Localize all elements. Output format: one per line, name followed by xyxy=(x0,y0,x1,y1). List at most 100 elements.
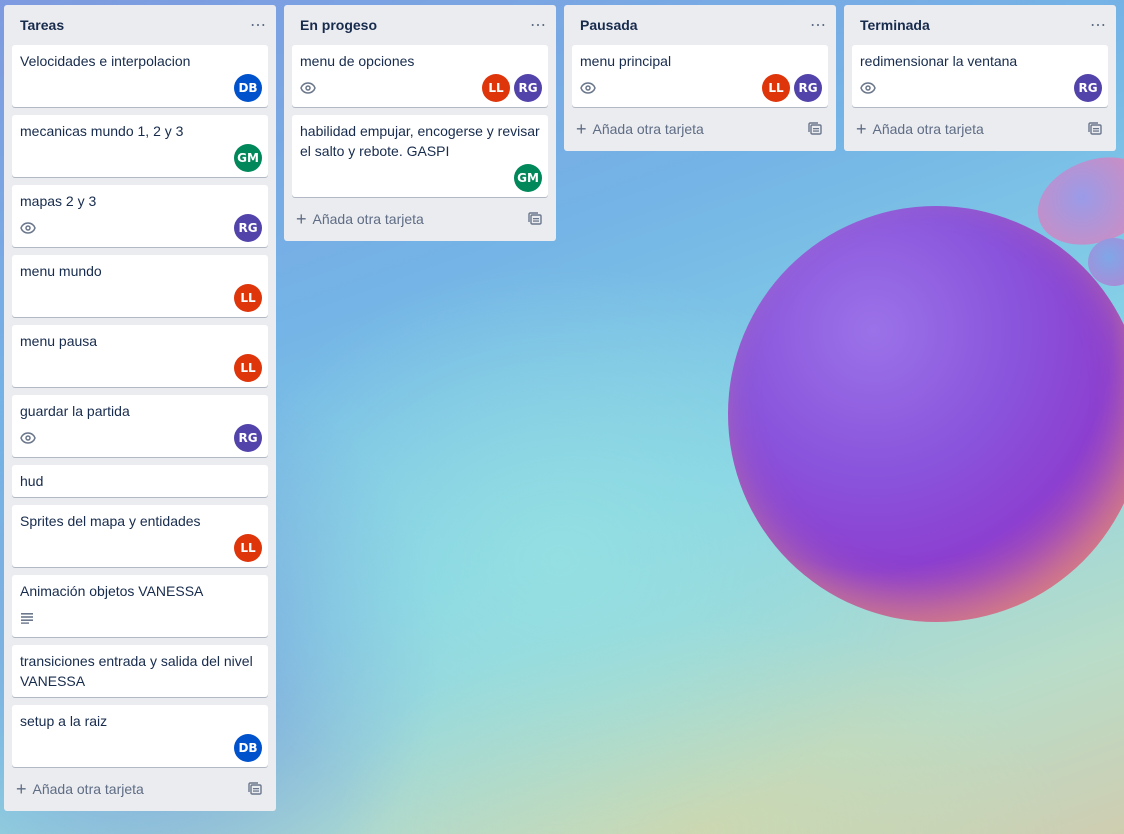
card-title: transiciones entrada y salida del nivel … xyxy=(20,653,253,689)
eye-icon xyxy=(580,82,596,94)
card-footer xyxy=(20,603,260,633)
list-menu-button[interactable]: ⋯ xyxy=(804,11,832,39)
eye-icon xyxy=(300,82,316,94)
card-title: Velocidades e interpolacion xyxy=(20,53,191,69)
card-members: LL xyxy=(234,354,262,382)
card[interactable]: redimensionar la ventana RG xyxy=(852,45,1108,107)
background-bubble xyxy=(1088,238,1124,286)
template-icon[interactable] xyxy=(808,122,822,136)
template-icon[interactable] xyxy=(528,212,542,226)
card-footer: RG xyxy=(860,73,1102,103)
list-header: Tareas ⋯ xyxy=(12,5,268,45)
list-title[interactable]: En progeso xyxy=(300,17,377,33)
card-title: menu de opciones xyxy=(300,53,415,69)
card-badges xyxy=(580,78,596,98)
add-card-row: + Añada otra tarjeta xyxy=(572,115,828,143)
card-badges xyxy=(20,428,36,448)
card[interactable]: setup a la raiz DB xyxy=(12,705,268,767)
list-title[interactable]: Tareas xyxy=(20,17,64,33)
add-card-label: Añada otra tarjeta xyxy=(32,781,144,797)
template-icon[interactable] xyxy=(248,782,262,796)
card-members: GM xyxy=(514,164,542,192)
card[interactable]: Sprites del mapa y entidades LL xyxy=(12,505,268,567)
card[interactable]: menu principal LL RG xyxy=(572,45,828,107)
member-avatar[interactable]: GM xyxy=(234,144,262,172)
ellipsis-icon: ⋯ xyxy=(530,17,546,34)
card[interactable]: guardar la partida RG xyxy=(12,395,268,457)
card[interactable]: mecanicas mundo 1, 2 y 3 GM xyxy=(12,115,268,177)
member-avatar[interactable]: RG xyxy=(514,74,542,102)
card-title: menu pausa xyxy=(20,333,98,349)
card-title: mapas 2 y 3 xyxy=(20,193,97,209)
member-avatar[interactable]: LL xyxy=(234,284,262,312)
card-footer: RG xyxy=(20,423,262,453)
add-card-button[interactable]: + Añada otra tarjeta xyxy=(296,210,424,228)
add-card-button[interactable]: + Añada otra tarjeta xyxy=(16,780,144,798)
card-title: redimensionar la ventana xyxy=(860,53,1018,69)
card-footer: RG xyxy=(20,213,262,243)
card-footer: LL xyxy=(20,353,262,383)
card[interactable]: menu pausa LL xyxy=(12,325,268,387)
card-title: Sprites del mapa y entidades xyxy=(20,513,201,529)
eye-icon xyxy=(860,82,876,94)
add-card-button[interactable]: + Añada otra tarjeta xyxy=(576,120,704,138)
member-avatar[interactable]: RG xyxy=(794,74,822,102)
card[interactable]: hud xyxy=(12,465,268,497)
plus-icon: + xyxy=(16,779,27,799)
member-avatar[interactable]: RG xyxy=(234,424,262,452)
card-members: LL RG xyxy=(762,74,822,102)
card-members: GM xyxy=(234,144,262,172)
list-pausada: Pausada ⋯ menu principal LL RG + Añada otra ta… xyxy=(564,5,836,151)
card[interactable]: Animación objetos VANESSA xyxy=(12,575,268,637)
card[interactable]: menu mundo LL xyxy=(12,255,268,317)
member-avatar[interactable]: DB xyxy=(234,734,262,762)
eye-icon xyxy=(20,432,36,444)
add-card-label: Añada otra tarjeta xyxy=(592,121,704,137)
add-card-label: Añada otra tarjeta xyxy=(312,211,424,227)
list-menu-button[interactable]: ⋯ xyxy=(1084,11,1112,39)
card-footer: LL xyxy=(20,283,262,313)
card-members: RG xyxy=(1074,74,1102,102)
card[interactable]: mapas 2 y 3 RG xyxy=(12,185,268,247)
card[interactable]: transiciones entrada y salida del nivel … xyxy=(12,645,268,697)
member-avatar[interactable]: DB xyxy=(234,74,262,102)
card-badges xyxy=(20,218,36,238)
description-icon xyxy=(20,612,34,624)
card[interactable]: habilidad empujar, encogerse y revisar e… xyxy=(292,115,548,197)
member-avatar[interactable]: LL xyxy=(234,534,262,562)
eye-icon xyxy=(20,222,36,234)
card-title: hud xyxy=(20,473,44,489)
plus-icon: + xyxy=(856,119,867,139)
list-title[interactable]: Pausada xyxy=(580,17,638,33)
member-avatar[interactable]: GM xyxy=(514,164,542,192)
template-icon[interactable] xyxy=(1088,122,1102,136)
plus-icon: + xyxy=(296,209,307,229)
background-bubble xyxy=(728,206,1124,622)
member-avatar[interactable]: RG xyxy=(1074,74,1102,102)
card-footer: GM xyxy=(300,163,542,193)
card-members: LL xyxy=(234,534,262,562)
list-menu-button[interactable]: ⋯ xyxy=(524,11,552,39)
card-members: DB xyxy=(234,734,262,762)
add-card-button[interactable]: + Añada otra tarjeta xyxy=(856,120,984,138)
card-footer: LL xyxy=(20,533,262,563)
card-footer: LL RG xyxy=(580,73,822,103)
card-footer: LL RG xyxy=(300,73,542,103)
card-members: RG xyxy=(234,424,262,452)
member-avatar[interactable]: RG xyxy=(234,214,262,242)
member-avatar[interactable]: LL xyxy=(482,74,510,102)
card-members: RG xyxy=(234,214,262,242)
list-menu-button[interactable]: ⋯ xyxy=(244,11,272,39)
card-members: LL RG xyxy=(482,74,542,102)
member-avatar[interactable]: LL xyxy=(234,354,262,382)
card[interactable]: Velocidades e interpolacion DB xyxy=(12,45,268,107)
list-title[interactable]: Terminada xyxy=(860,17,930,33)
ellipsis-icon: ⋯ xyxy=(250,17,266,34)
card-badges xyxy=(860,78,876,98)
card-badges xyxy=(300,78,316,98)
member-avatar[interactable]: LL xyxy=(762,74,790,102)
add-card-row: + Añada otra tarjeta xyxy=(852,115,1108,143)
list-header: En progeso ⋯ xyxy=(292,5,548,45)
card-members: LL xyxy=(234,284,262,312)
card[interactable]: menu de opciones LL RG xyxy=(292,45,548,107)
